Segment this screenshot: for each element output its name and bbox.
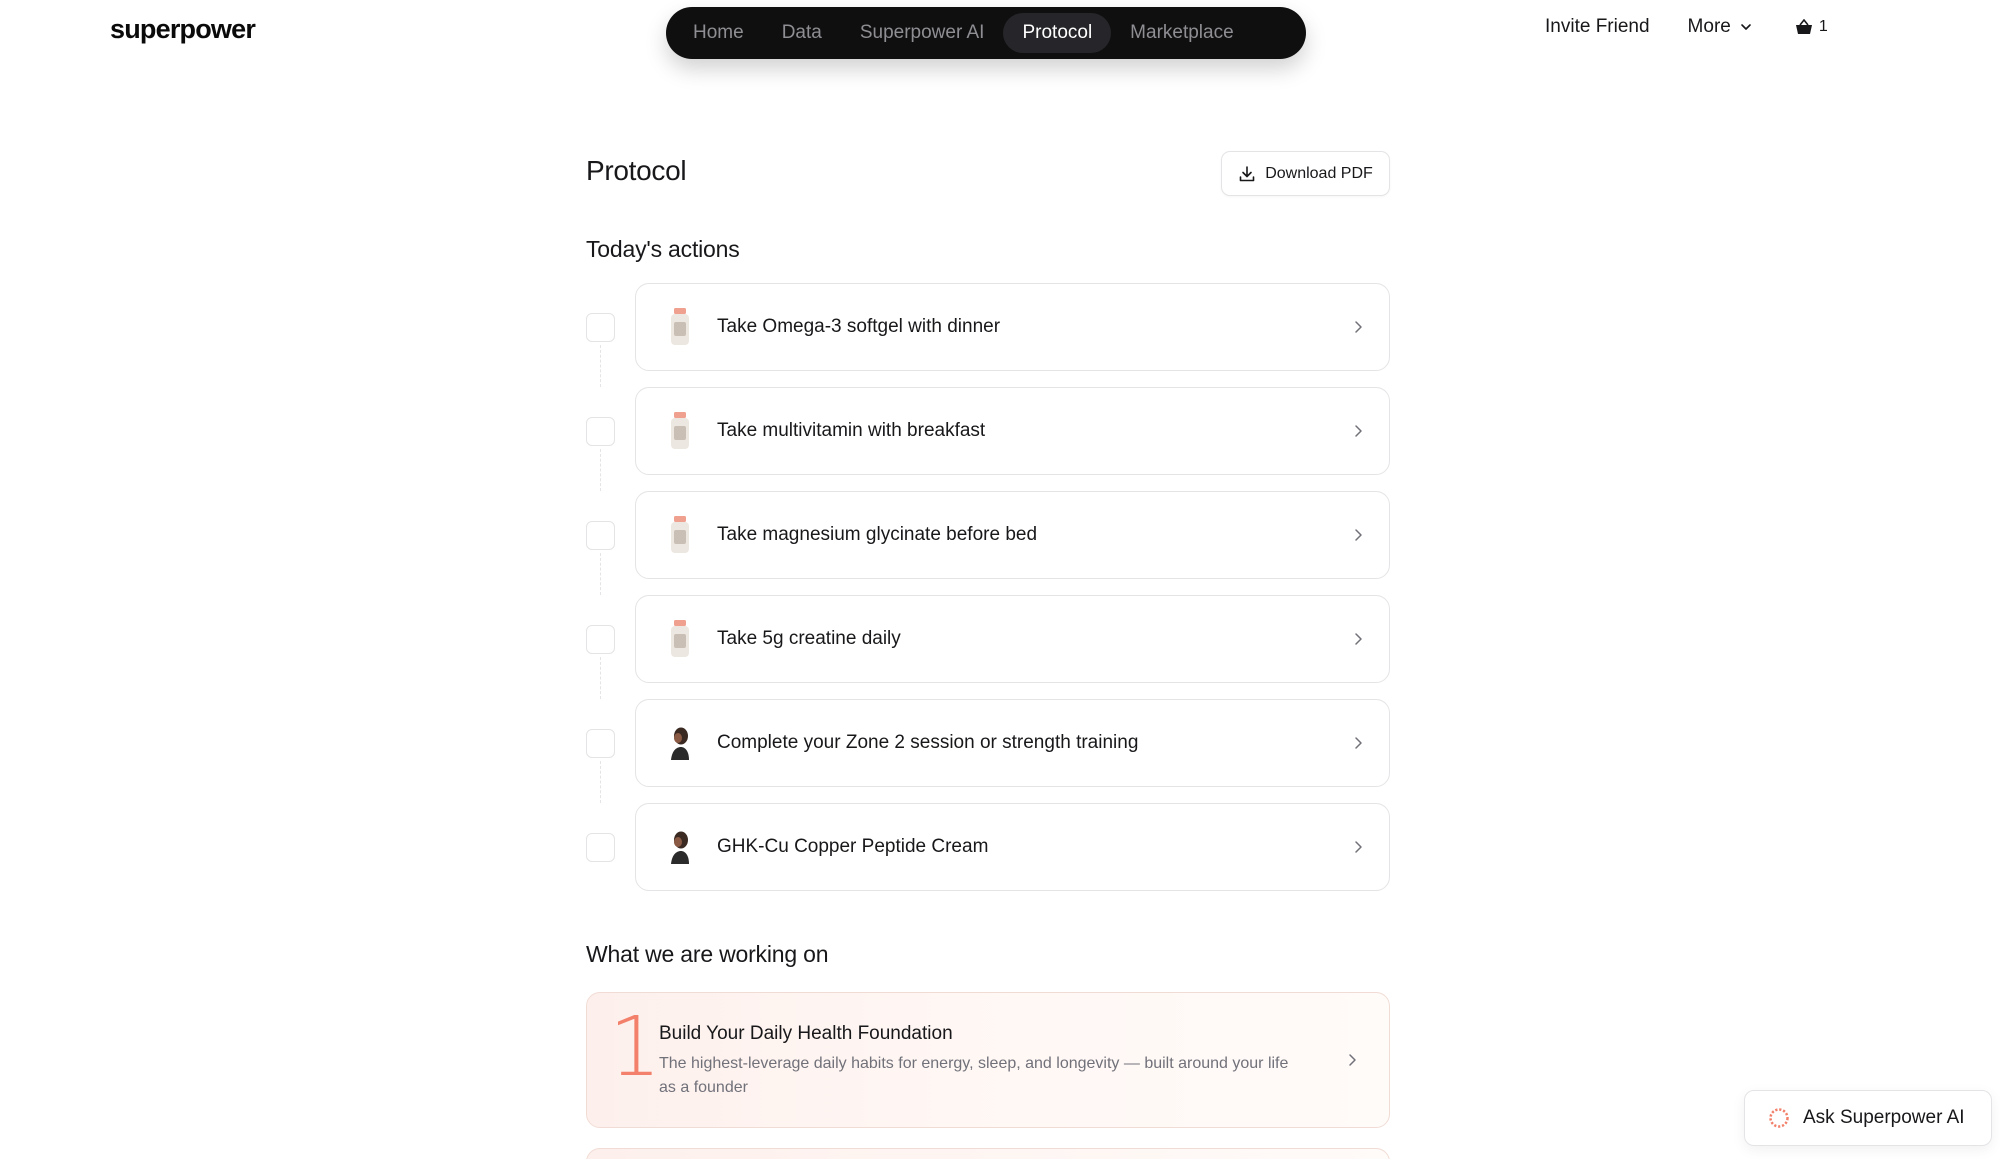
basket-icon xyxy=(1795,19,1812,34)
action-card[interactable]: Take magnesium glycinate before bed xyxy=(635,491,1390,579)
chevron-right-icon xyxy=(1355,633,1362,645)
todays-actions-list: Take Omega-3 softgel with dinner Take mu… xyxy=(586,283,1390,907)
action-card[interactable]: Complete your Zone 2 session or strength… xyxy=(635,699,1390,787)
nav-tab-superpower-ai[interactable]: Superpower AI xyxy=(841,13,1004,53)
action-checkbox[interactable] xyxy=(586,313,615,342)
action-checkbox[interactable] xyxy=(586,833,615,862)
chevron-down-icon xyxy=(1741,24,1751,30)
person-avatar-icon xyxy=(664,722,696,764)
action-row: Take multivitamin with breakfast xyxy=(586,387,1390,491)
action-row: Take Omega-3 softgel with dinner xyxy=(586,283,1390,387)
chevron-right-icon xyxy=(1355,321,1362,333)
chevron-right-icon xyxy=(1355,737,1362,749)
main-nav: Home Data Superpower AI Protocol Marketp… xyxy=(666,7,1306,59)
ask-ai-label: Ask Superpower AI xyxy=(1803,1107,1965,1128)
chevron-right-icon xyxy=(1355,425,1362,437)
timeline-connector xyxy=(600,761,601,803)
supplement-bottle-icon xyxy=(664,306,696,348)
action-label: Take multivitamin with breakfast xyxy=(717,420,986,441)
action-card[interactable]: GHK-Cu Copper Peptide Cream xyxy=(635,803,1390,891)
timeline-connector xyxy=(600,657,601,699)
action-label: Complete your Zone 2 session or strength… xyxy=(717,732,1139,753)
action-checkbox[interactable] xyxy=(586,729,615,758)
action-row: GHK-Cu Copper Peptide Cream xyxy=(586,803,1390,907)
action-label: Take Omega-3 softgel with dinner xyxy=(717,316,1001,337)
action-card[interactable]: Take Omega-3 softgel with dinner xyxy=(635,283,1390,371)
action-label: GHK-Cu Copper Peptide Cream xyxy=(717,836,989,857)
focus-area-description: The highest-leverage daily habits for en… xyxy=(659,1055,1289,1096)
supplement-bottle-icon xyxy=(664,514,696,556)
action-row: Take magnesium glycinate before bed xyxy=(586,491,1390,595)
action-label: Take 5g creatine daily xyxy=(717,628,901,649)
action-checkbox[interactable] xyxy=(586,417,615,446)
action-row: Take 5g creatine daily xyxy=(586,595,1390,699)
supplement-bottle-icon xyxy=(664,410,696,452)
timeline-connector xyxy=(600,449,601,491)
chevron-right-icon xyxy=(1349,1054,1356,1066)
more-label: More xyxy=(1687,16,1731,37)
focus-area-card[interactable]: 1 Build Your Daily Health Foundation The… xyxy=(586,992,1390,1128)
superpower-logo[interactable]: superpower xyxy=(110,14,256,45)
person-avatar-icon xyxy=(664,826,696,868)
cart-button[interactable]: 1 xyxy=(1795,18,1828,36)
download-pdf-button[interactable]: Download PDF xyxy=(1221,151,1390,196)
header-actions: Invite Friend More 1 xyxy=(1545,16,1828,38)
chevron-right-icon xyxy=(1355,841,1362,853)
focus-area-number: 1 xyxy=(609,1000,662,1095)
page-title: Protocol xyxy=(586,155,687,186)
nav-tab-data[interactable]: Data xyxy=(763,13,841,53)
todays-actions-title: Today's actions xyxy=(586,236,740,262)
nav-tab-protocol[interactable]: Protocol xyxy=(1003,13,1112,53)
focus-area-card[interactable] xyxy=(586,1148,1390,1159)
action-card[interactable]: Take multivitamin with breakfast xyxy=(635,387,1390,475)
timeline-connector xyxy=(600,345,601,387)
download-icon xyxy=(1239,165,1255,181)
action-row: Complete your Zone 2 session or strength… xyxy=(586,699,1390,803)
invite-friend-link[interactable]: Invite Friend xyxy=(1545,16,1650,38)
supplement-bottle-icon xyxy=(664,618,696,660)
nav-tab-marketplace[interactable]: Marketplace xyxy=(1111,13,1253,53)
action-label: Take magnesium glycinate before bed xyxy=(717,524,1038,545)
download-pdf-label: Download PDF xyxy=(1265,164,1373,182)
sparkle-ring-icon xyxy=(1769,1108,1789,1128)
more-menu-button[interactable]: More xyxy=(1688,16,1753,38)
chevron-right-icon xyxy=(1355,529,1362,541)
action-card[interactable]: Take 5g creatine daily xyxy=(635,595,1390,683)
action-checkbox[interactable] xyxy=(586,625,615,654)
ask-superpower-ai-button[interactable]: Ask Superpower AI xyxy=(1744,1090,1992,1146)
nav-tab-home[interactable]: Home xyxy=(674,13,763,53)
action-checkbox[interactable] xyxy=(586,521,615,550)
cart-count: 1 xyxy=(1818,18,1828,35)
timeline-connector xyxy=(600,553,601,595)
working-on-title: What we are working on xyxy=(586,941,829,967)
focus-area-title: Build Your Daily Health Foundation xyxy=(659,1023,953,1044)
